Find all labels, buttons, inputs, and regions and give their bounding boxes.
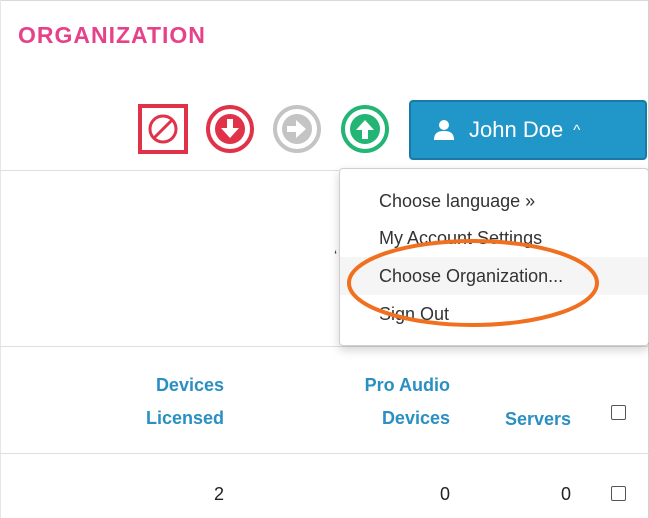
column-header-line: Devices: [155, 375, 224, 395]
column-header-devices-licensed[interactable]: Devices Licensed: [100, 369, 224, 435]
page-title: ORGANIZATION: [18, 22, 206, 48]
table-header-divider: [0, 453, 649, 454]
cell-devices-licensed: 2: [213, 484, 224, 504]
cell-servers: 0: [560, 484, 571, 504]
forward-arrow-icon[interactable]: [272, 104, 322, 154]
table-top-divider: [0, 346, 649, 347]
column-header-line: Devices: [381, 408, 450, 428]
menu-item-account-settings[interactable]: My Account Settings: [340, 219, 648, 257]
user-dropdown-menu: Choose language » My Account Settings Ch…: [339, 168, 649, 346]
column-header-pro-audio-devices[interactable]: Pro Audio Devices: [300, 369, 450, 435]
user-name: John Doe: [469, 117, 564, 142]
block-icon[interactable]: [138, 104, 188, 154]
column-header-line: Pro Audio: [364, 375, 450, 395]
menu-item-choose-language[interactable]: Choose language »: [340, 182, 648, 220]
cell-pro-audio-devices: 0: [439, 484, 450, 504]
menu-item-sign-out[interactable]: Sign Out: [340, 295, 648, 333]
download-arrow-icon[interactable]: [205, 104, 255, 154]
chevron-up-icon: ^: [573, 121, 581, 139]
partial-mark: ‘: [334, 247, 338, 263]
select-all-checkbox[interactable]: [611, 405, 626, 420]
user-menu-button[interactable]: John Doe ^: [409, 100, 647, 160]
frame-top-border: [0, 0, 649, 1]
upload-arrow-icon[interactable]: [340, 104, 390, 154]
user-icon: [433, 119, 455, 141]
column-header-line: Licensed: [145, 408, 224, 428]
frame-left-border: [0, 0, 1, 518]
column-header-servers[interactable]: Servers: [470, 403, 571, 436]
menu-item-choose-organization[interactable]: Choose Organization...: [340, 257, 648, 295]
section-divider: [0, 170, 339, 171]
row-checkbox[interactable]: [611, 486, 626, 501]
